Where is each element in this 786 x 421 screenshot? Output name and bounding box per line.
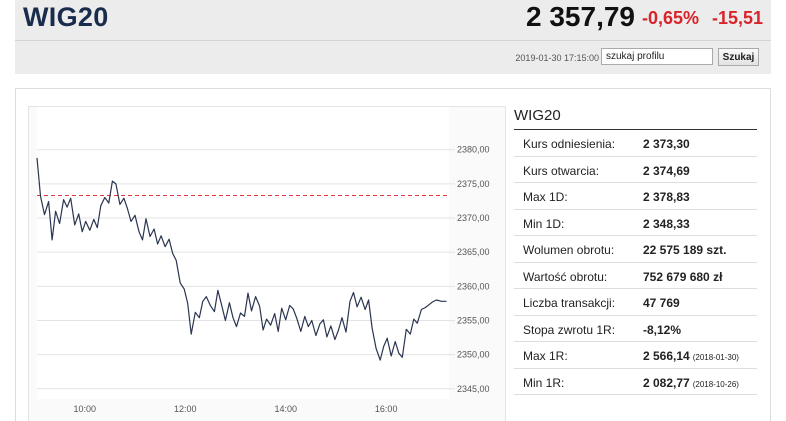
y-tick-label: 2380,00 (457, 145, 490, 155)
stats-date: (2018-01-30) (692, 353, 739, 362)
stats-value: 22 575 189 szt. (643, 243, 726, 257)
change-percent: -0,65% (641, 8, 699, 28)
stats-label: Min 1R: (523, 375, 565, 390)
stats-row: Max 1D: 2 378,83 (514, 183, 757, 210)
stats-row: Min 1R: 2 082,77 (2018-10-26) (514, 369, 757, 395)
change-absolute: -15,51 (711, 8, 763, 28)
stats-value-text: 2 378,83 (643, 190, 690, 204)
header-divider (15, 40, 771, 41)
profile-search-input[interactable] (601, 48, 713, 65)
stats-value-text: 2 374,69 (643, 163, 690, 178)
stats-value: -8,12% (643, 323, 681, 337)
stats-table: Kurs odniesienia: 2 373,30 Kurs otwarcia: 2… (514, 130, 757, 395)
stats-date: (2018-10-26) (692, 379, 739, 389)
stats-title: WIG20 (514, 107, 561, 124)
stats-value-text: 2 373,30 (643, 137, 690, 151)
y-tick-label: 2365,00 (457, 247, 490, 257)
x-tick-label: 16:00 (375, 404, 398, 414)
stats-label: Wolumen obrotu: (523, 243, 615, 257)
intraday-chart-svg: 2380,00 2375,00 2370,00 2365,00 2360,00 2355,… (36, 107, 490, 414)
quote-panel: 2380,00 2375,00 2370,00 2365,00 2360,00 2355,… (15, 88, 771, 421)
index-value: 2 357,79 (526, 1, 635, 32)
stats-value-text: 2 566,14 (643, 349, 690, 363)
stats-value: 2 373,30 (643, 137, 690, 151)
intraday-chart[interactable]: 2380,00 2375,00 2370,00 2365,00 2360,00 2355,… (28, 106, 506, 421)
stats-label: Max 1D: (523, 190, 568, 204)
stats-value-text: 22 575 189 szt. (643, 243, 727, 257)
stats-label: Liczba transakcji: (523, 296, 616, 310)
y-tick-label: 2375,00 (457, 179, 490, 189)
stats-value-text: 2 082,77 (643, 375, 690, 390)
stats-row: Kurs otwarcia: 2 374,69 (514, 157, 757, 183)
y-tick-label: 2345,00 (457, 384, 490, 394)
stats-row: Liczba transakcji: 47 769 (514, 289, 757, 316)
quote-timestamp: 2019-01-30 17:15:00 (515, 53, 599, 63)
stats-value-text: 47 769 (643, 296, 680, 310)
index-header: WIG20 2 357,79 -0,65% -15,51 2019-01-30 … (15, 0, 771, 74)
index-name: WIG20 (23, 2, 109, 32)
stats-row: Stopa zwrotu 1R: -8,12% (514, 316, 757, 342)
stats-row: Min 1D: 2 348,33 (514, 210, 757, 236)
stats-value: 2 348,33 (643, 217, 690, 231)
stats-value: 2 082,77 (2018-10-26) (643, 376, 739, 390)
y-tick-label: 2355,00 (457, 315, 490, 325)
stats-label: Max 1R: (523, 349, 568, 363)
x-tick-label: 12:00 (174, 404, 197, 414)
stats-value-text: 752 679 680 zł (643, 269, 723, 284)
stats-row: Wartość obrotu: 752 679 680 zł (514, 263, 757, 289)
stats-value: 2 378,83 (643, 190, 690, 204)
stats-row: Kurs odniesienia: 2 373,30 (514, 130, 757, 157)
stats-label: Wartość obrotu: (523, 269, 608, 284)
stats-label: Kurs odniesienia: (523, 137, 616, 151)
stats-row: Max 1R: 2 566,14 (2018-01-30) (514, 342, 757, 369)
stats-row: Wolumen obrotu: 22 575 189 szt. (514, 236, 757, 263)
y-tick-label: 2370,00 (457, 213, 490, 223)
stats-label: Kurs otwarcia: (523, 163, 600, 178)
stats-value: 47 769 (643, 296, 680, 310)
stats-value-text: -8,12% (643, 322, 682, 337)
y-tick-label: 2360,00 (457, 281, 490, 291)
plot-area (37, 107, 449, 399)
stats-value-text: 2 348,33 (643, 216, 690, 231)
search-button[interactable]: Szukaj (718, 48, 759, 66)
stats-value: 752 679 680 zł (643, 270, 722, 284)
stats-value: 2 374,69 (643, 164, 690, 178)
stats-label: Stopa zwrotu 1R: (523, 322, 616, 337)
stats-label: Min 1D: (523, 216, 565, 231)
x-tick-label: 10:00 (73, 404, 96, 414)
y-tick-label: 2350,00 (457, 350, 490, 360)
x-tick-label: 14:00 (274, 404, 297, 414)
stats-value: 2 566,14 (2018-01-30) (643, 349, 739, 363)
